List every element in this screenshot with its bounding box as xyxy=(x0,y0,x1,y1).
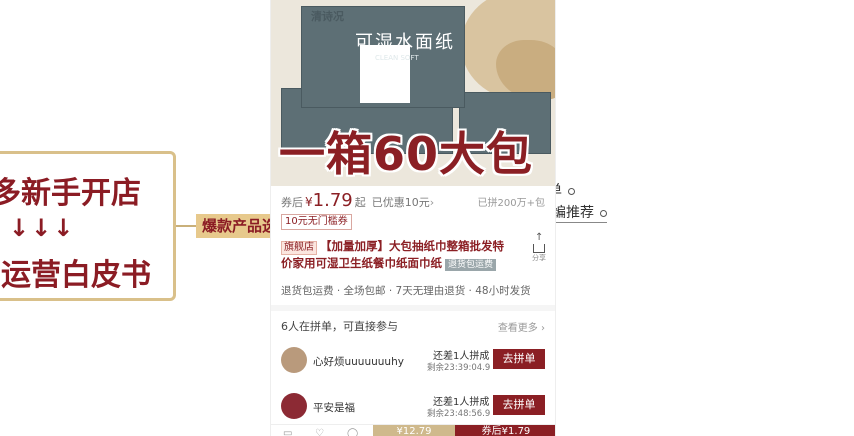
brand-logo: 清诗况 xyxy=(311,10,344,23)
mindmap-root-line1: 多新手开店 xyxy=(0,176,141,211)
sold-count: 已拼200万+包 xyxy=(477,198,545,209)
share-label: 分享 xyxy=(532,254,546,262)
share-button[interactable]: ↑ 分享 xyxy=(529,233,549,263)
chevron-right-icon: › xyxy=(429,196,435,209)
mindmap-connector xyxy=(176,225,196,227)
section-divider xyxy=(271,305,555,311)
service-guarantees[interactable]: 退货包运费 · 全场包邮 · 7天无理由退货 · 48小时发货 xyxy=(281,283,531,298)
avatar xyxy=(281,393,307,419)
join-group-button[interactable]: 去拼单 xyxy=(493,395,545,415)
view-more-link[interactable]: 查看更多 › xyxy=(498,319,545,334)
bottom-action-bar: ▭ ♡ ◯ ¥12.79 券后¥1.79 xyxy=(271,424,555,436)
price-value: 1.79 xyxy=(312,190,353,211)
group-lack-count: 还差1人拼成 xyxy=(433,351,490,362)
mindmap-right-item2-label: 编推荐 xyxy=(552,205,594,221)
share-icon: ↑ xyxy=(533,233,545,253)
single-buy-button[interactable]: ¥12.79 xyxy=(373,425,455,436)
pack-product-subname: CLEAN SOFT xyxy=(375,54,419,62)
product-title: 旗舰店 【加量加厚】大包抽纸巾整箱批发特价家用可湿卫生纸餐巾纸面巾纸 退货包运费 xyxy=(281,238,511,272)
price-row: 券后 ¥1.79 起已优惠10元› 已拼200万+包 xyxy=(281,190,551,211)
chat-icon[interactable]: ◯ xyxy=(347,428,358,436)
pack-product-name: 可湿水面纸 xyxy=(355,32,455,53)
price-label: 券后 xyxy=(281,196,303,209)
mindmap-right-item2: 编推荐 xyxy=(552,202,607,223)
group-lack-count: 还差1人拼成 xyxy=(433,397,490,408)
product-page: 清诗况 可湿水面纸 CLEAN SOFT 一箱60大包 券后 ¥1.79 起已优惠1… xyxy=(270,0,556,436)
mindmap-root-line3: 运营白皮书 xyxy=(1,258,151,293)
mindmap-root-arrows: ↓↓↓ xyxy=(9,214,76,242)
group-countdown: 剩余23:48:56.9 xyxy=(427,409,491,419)
discount-text: 已优惠10元 xyxy=(371,196,430,209)
group-buy-row: 心好烦uuuuuuuhy 还差1人拼成 剩余23:39:04.9 去拼单 xyxy=(281,343,547,377)
hero-headline: 一箱60大包 xyxy=(279,127,534,181)
price-unit: 起 xyxy=(354,196,366,209)
discount-link[interactable]: 已优惠10元› xyxy=(372,196,434,209)
mindmap-branch-tag: 爆款产品选 xyxy=(196,214,280,238)
group-buy-row: 平安是福 还差1人拼成 剩余23:48:56.9 去拼单 xyxy=(281,389,547,423)
join-group-button[interactable]: 去拼单 xyxy=(493,349,545,369)
store-icon[interactable]: ▭ xyxy=(283,428,292,436)
node-circle-icon xyxy=(600,209,607,217)
mindmap-root-node: 多新手开店 ↓↓↓ 运营白皮书 xyxy=(0,151,176,301)
avatar xyxy=(281,347,307,373)
group-countdown: 剩余23:39:04.9 xyxy=(427,363,491,373)
coupon-badge[interactable]: 10元无门槛券 xyxy=(281,214,352,230)
group-buy-header: 6人在拼单，可直接参与 xyxy=(281,320,398,333)
flagship-badge: 旗舰店 xyxy=(281,241,317,255)
return-insurance-badge: 退货包运费 xyxy=(445,259,497,271)
product-hero-image: 清诗况 可湿水面纸 CLEAN SOFT 一箱60大包 xyxy=(271,0,555,186)
favorite-icon[interactable]: ♡ xyxy=(315,428,324,436)
node-circle-icon xyxy=(568,187,575,195)
group-buy-button[interactable]: 券后¥1.79 xyxy=(455,425,555,436)
group-user-name: 心好烦uuuuuuuhy xyxy=(313,356,404,368)
currency-symbol: ¥ xyxy=(305,195,313,209)
group-user-name: 平安是福 xyxy=(313,402,355,414)
